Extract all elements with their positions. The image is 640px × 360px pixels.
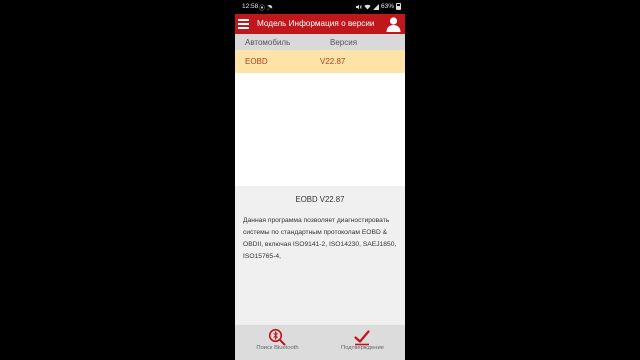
app-bar: Модель Информация о версии: [235, 14, 405, 34]
row-version: V22.87: [320, 57, 346, 66]
battery-percent: 63%: [380, 3, 394, 10]
user-profile-icon[interactable]: [386, 16, 401, 32]
confirm-button[interactable]: Подтверждение: [320, 325, 405, 360]
status-bar: 12:58 ⦿ ☂ 63%: [235, 0, 405, 14]
info-panel: EOBD V22.87 Данная программа позволяет д…: [235, 186, 405, 325]
notification-icons: ⦿ ☂: [259, 5, 273, 12]
vehicle-list: EOBD V22.87: [235, 50, 405, 186]
bluetooth-search-icon: [268, 328, 286, 346]
confirm-label: Подтверждение: [341, 345, 384, 351]
info-title: EOBD V22.87: [295, 195, 345, 204]
page-title: Модель Информация о версии: [257, 19, 375, 28]
battery-icon: [396, 3, 401, 10]
column-header-version: Версия: [330, 38, 358, 47]
status-time: 12:58: [242, 3, 259, 10]
table-header: Автомобиль Версия: [235, 34, 405, 50]
info-description: Данная программа позволяет диагностирова…: [243, 217, 397, 260]
wifi-icon: [364, 4, 371, 9]
mute-icon: [355, 4, 362, 9]
status-right: 63%: [355, 3, 401, 10]
row-vehicle-name: EOBD: [245, 57, 268, 66]
column-header-car: Автомобиль: [245, 38, 291, 47]
signal-icon: [372, 3, 379, 10]
bluetooth-search-label: Поиск Bluetooth: [256, 345, 299, 351]
bluetooth-search-button[interactable]: Поиск Bluetooth: [235, 325, 320, 360]
table-row[interactable]: EOBD V22.87: [235, 50, 405, 73]
bottom-bar: Поиск Bluetooth Подтверждение: [235, 325, 405, 360]
phone-screen: 12:58 ⦿ ☂ 63% Модель Информация о версии…: [235, 0, 405, 360]
hamburger-menu-icon[interactable]: [238, 19, 249, 29]
checkmark-icon: [354, 330, 370, 346]
